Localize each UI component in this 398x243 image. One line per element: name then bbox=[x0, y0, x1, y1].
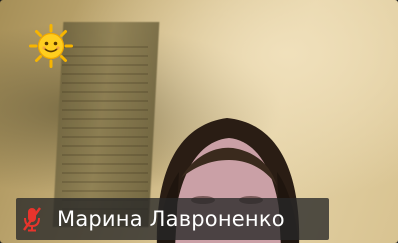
participant-name: Марина Лавроненко bbox=[57, 207, 285, 231]
participant-video-tile[interactable]: Марина Лавроненко bbox=[0, 0, 398, 243]
participant-name-bar: Марина Лавроненко bbox=[16, 198, 329, 240]
mic-muted-icon[interactable] bbox=[16, 198, 48, 240]
sun-icon bbox=[29, 24, 73, 68]
background-parchment-texture bbox=[62, 40, 148, 210]
